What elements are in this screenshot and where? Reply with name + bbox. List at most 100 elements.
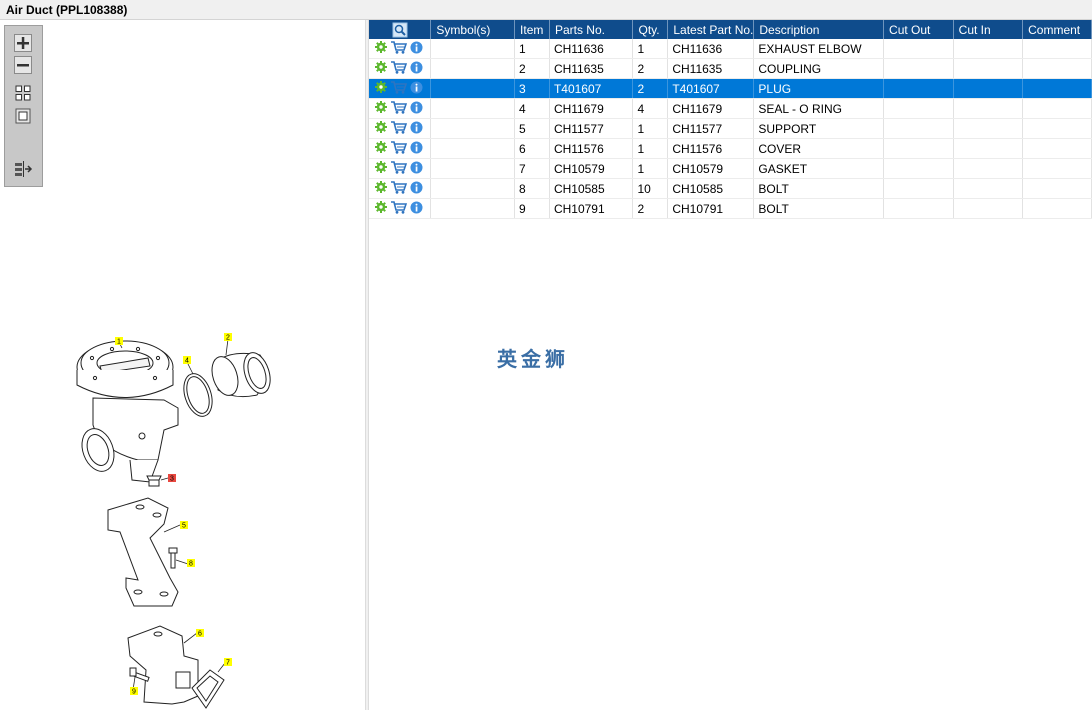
table-row[interactable]: 7 CH10579 1 CH10579 GASKET xyxy=(369,158,1092,179)
cell-cut-in[interactable] xyxy=(953,158,1024,179)
gear-icon[interactable] xyxy=(375,181,387,196)
cell-item[interactable]: 8 xyxy=(514,178,550,199)
cell-parts-no[interactable]: CH11635 xyxy=(549,58,634,79)
cell-description[interactable]: GASKET xyxy=(753,158,885,179)
cell-symbols[interactable] xyxy=(430,198,516,219)
cell-comment[interactable] xyxy=(1022,138,1092,159)
table-row[interactable]: 2 CH11635 2 CH11635 COUPLING xyxy=(369,58,1092,79)
col-qty[interactable]: Qty. xyxy=(632,20,669,39)
table-row[interactable]: 8 CH10585 10 CH10585 BOLT xyxy=(369,178,1092,199)
cell-comment[interactable] xyxy=(1022,178,1092,199)
cart-icon[interactable] xyxy=(390,120,408,137)
cell-symbols[interactable] xyxy=(430,78,516,99)
part-plug[interactable] xyxy=(146,475,162,487)
gear-icon[interactable] xyxy=(375,101,387,116)
callout-6[interactable]: 6 xyxy=(196,629,204,638)
cell-cut-out[interactable] xyxy=(883,138,954,159)
info-icon[interactable] xyxy=(410,101,423,117)
cell-qty[interactable]: 1 xyxy=(632,138,669,159)
cell-latest-part-no[interactable]: CH10791 xyxy=(667,198,755,219)
cell-latest-part-no[interactable]: CH10579 xyxy=(667,158,755,179)
part-support[interactable] xyxy=(107,497,179,607)
list-toggle-icon[interactable] xyxy=(14,160,33,178)
col-cut-in[interactable]: Cut In xyxy=(953,20,1024,39)
callout-4[interactable]: 4 xyxy=(183,356,191,365)
part-o-ring[interactable] xyxy=(179,370,217,420)
cell-description[interactable]: SEAL - O RING xyxy=(753,98,885,119)
find-icon[interactable] xyxy=(369,20,432,39)
cell-qty[interactable]: 2 xyxy=(632,198,669,219)
info-icon[interactable] xyxy=(410,41,423,57)
exploded-parts-diagram[interactable]: 1 2 4 3 5 8 6 7 9 xyxy=(60,310,300,710)
part-bolt-8[interactable] xyxy=(168,547,178,569)
cell-parts-no[interactable]: CH11679 xyxy=(549,98,634,119)
cell-comment[interactable] xyxy=(1022,78,1092,99)
info-icon[interactable] xyxy=(410,161,423,177)
info-icon[interactable] xyxy=(410,201,423,217)
cell-cut-out[interactable] xyxy=(883,158,954,179)
cell-latest-part-no[interactable]: CH11679 xyxy=(667,98,755,119)
cell-comment[interactable] xyxy=(1022,98,1092,119)
fit-all-icon[interactable] xyxy=(14,84,32,102)
cell-cut-out[interactable] xyxy=(883,178,954,199)
cell-latest-part-no[interactable]: T401607 xyxy=(667,78,755,99)
cell-cut-out[interactable] xyxy=(883,198,954,219)
callout-8[interactable]: 8 xyxy=(187,559,195,568)
info-icon[interactable] xyxy=(410,121,423,137)
callout-9[interactable]: 9 xyxy=(130,687,138,696)
cart-icon[interactable] xyxy=(390,200,408,217)
cell-parts-no[interactable]: CH10791 xyxy=(549,198,634,219)
part-coupling[interactable] xyxy=(207,349,274,398)
cell-qty[interactable]: 2 xyxy=(632,58,669,79)
part-exhaust-elbow[interactable] xyxy=(76,340,179,483)
cell-cut-in[interactable] xyxy=(953,138,1024,159)
cell-qty[interactable]: 10 xyxy=(632,178,669,199)
table-row[interactable]: 1 CH11636 1 CH11636 EXHAUST ELBOW xyxy=(369,39,1092,59)
cell-description[interactable]: SUPPORT xyxy=(753,118,885,139)
cell-latest-part-no[interactable]: CH11577 xyxy=(667,118,755,139)
callout-2[interactable]: 2 xyxy=(224,333,232,342)
cart-icon[interactable] xyxy=(390,140,408,157)
cell-item[interactable]: 3 xyxy=(514,78,550,99)
zoom-in-icon[interactable] xyxy=(14,34,32,52)
cell-cut-out[interactable] xyxy=(883,98,954,119)
cell-parts-no[interactable]: CH11577 xyxy=(549,118,634,139)
cart-icon[interactable] xyxy=(390,160,408,177)
cell-cut-out[interactable] xyxy=(883,58,954,79)
cell-item[interactable]: 7 xyxy=(514,158,550,179)
table-row[interactable]: 3 T401607 2 T401607 PLUG xyxy=(369,78,1092,99)
cell-symbols[interactable] xyxy=(430,158,516,179)
cell-cut-in[interactable] xyxy=(953,78,1024,99)
callout-3-highlighted[interactable]: 3 xyxy=(168,474,176,483)
cart-icon[interactable] xyxy=(390,180,408,197)
part-cover[interactable] xyxy=(127,625,199,705)
cell-qty[interactable]: 1 xyxy=(632,39,669,59)
gear-icon[interactable] xyxy=(375,141,387,156)
cell-comment[interactable] xyxy=(1022,58,1092,79)
cell-cut-out[interactable] xyxy=(883,39,954,59)
cell-latest-part-no[interactable]: CH11636 xyxy=(667,39,755,59)
gear-icon[interactable] xyxy=(375,201,387,216)
cart-icon[interactable] xyxy=(390,60,408,77)
cell-comment[interactable] xyxy=(1022,198,1092,219)
info-icon[interactable] xyxy=(410,141,423,157)
cell-item[interactable]: 1 xyxy=(514,39,550,59)
cart-icon[interactable] xyxy=(390,100,408,117)
callout-1[interactable]: 1 xyxy=(115,337,123,346)
cell-comment[interactable] xyxy=(1022,39,1092,59)
diagram-pane[interactable]: 1 2 4 3 5 8 6 7 9 xyxy=(0,20,365,710)
cell-comment[interactable] xyxy=(1022,158,1092,179)
info-icon[interactable] xyxy=(410,181,423,197)
table-row[interactable]: 6 CH11576 1 CH11576 COVER xyxy=(369,138,1092,159)
cell-parts-no[interactable]: T401607 xyxy=(549,78,634,99)
cell-qty[interactable]: 1 xyxy=(632,118,669,139)
col-symbols[interactable]: Symbol(s) xyxy=(430,20,516,39)
cell-cut-in[interactable] xyxy=(953,198,1024,219)
info-icon[interactable] xyxy=(410,61,423,77)
cell-description[interactable]: PLUG xyxy=(753,78,885,99)
cell-description[interactable]: COUPLING xyxy=(753,58,885,79)
cell-cut-out[interactable] xyxy=(883,78,954,99)
cell-cut-in[interactable] xyxy=(953,58,1024,79)
gear-icon[interactable] xyxy=(375,61,387,76)
col-cut-out[interactable]: Cut Out xyxy=(883,20,954,39)
